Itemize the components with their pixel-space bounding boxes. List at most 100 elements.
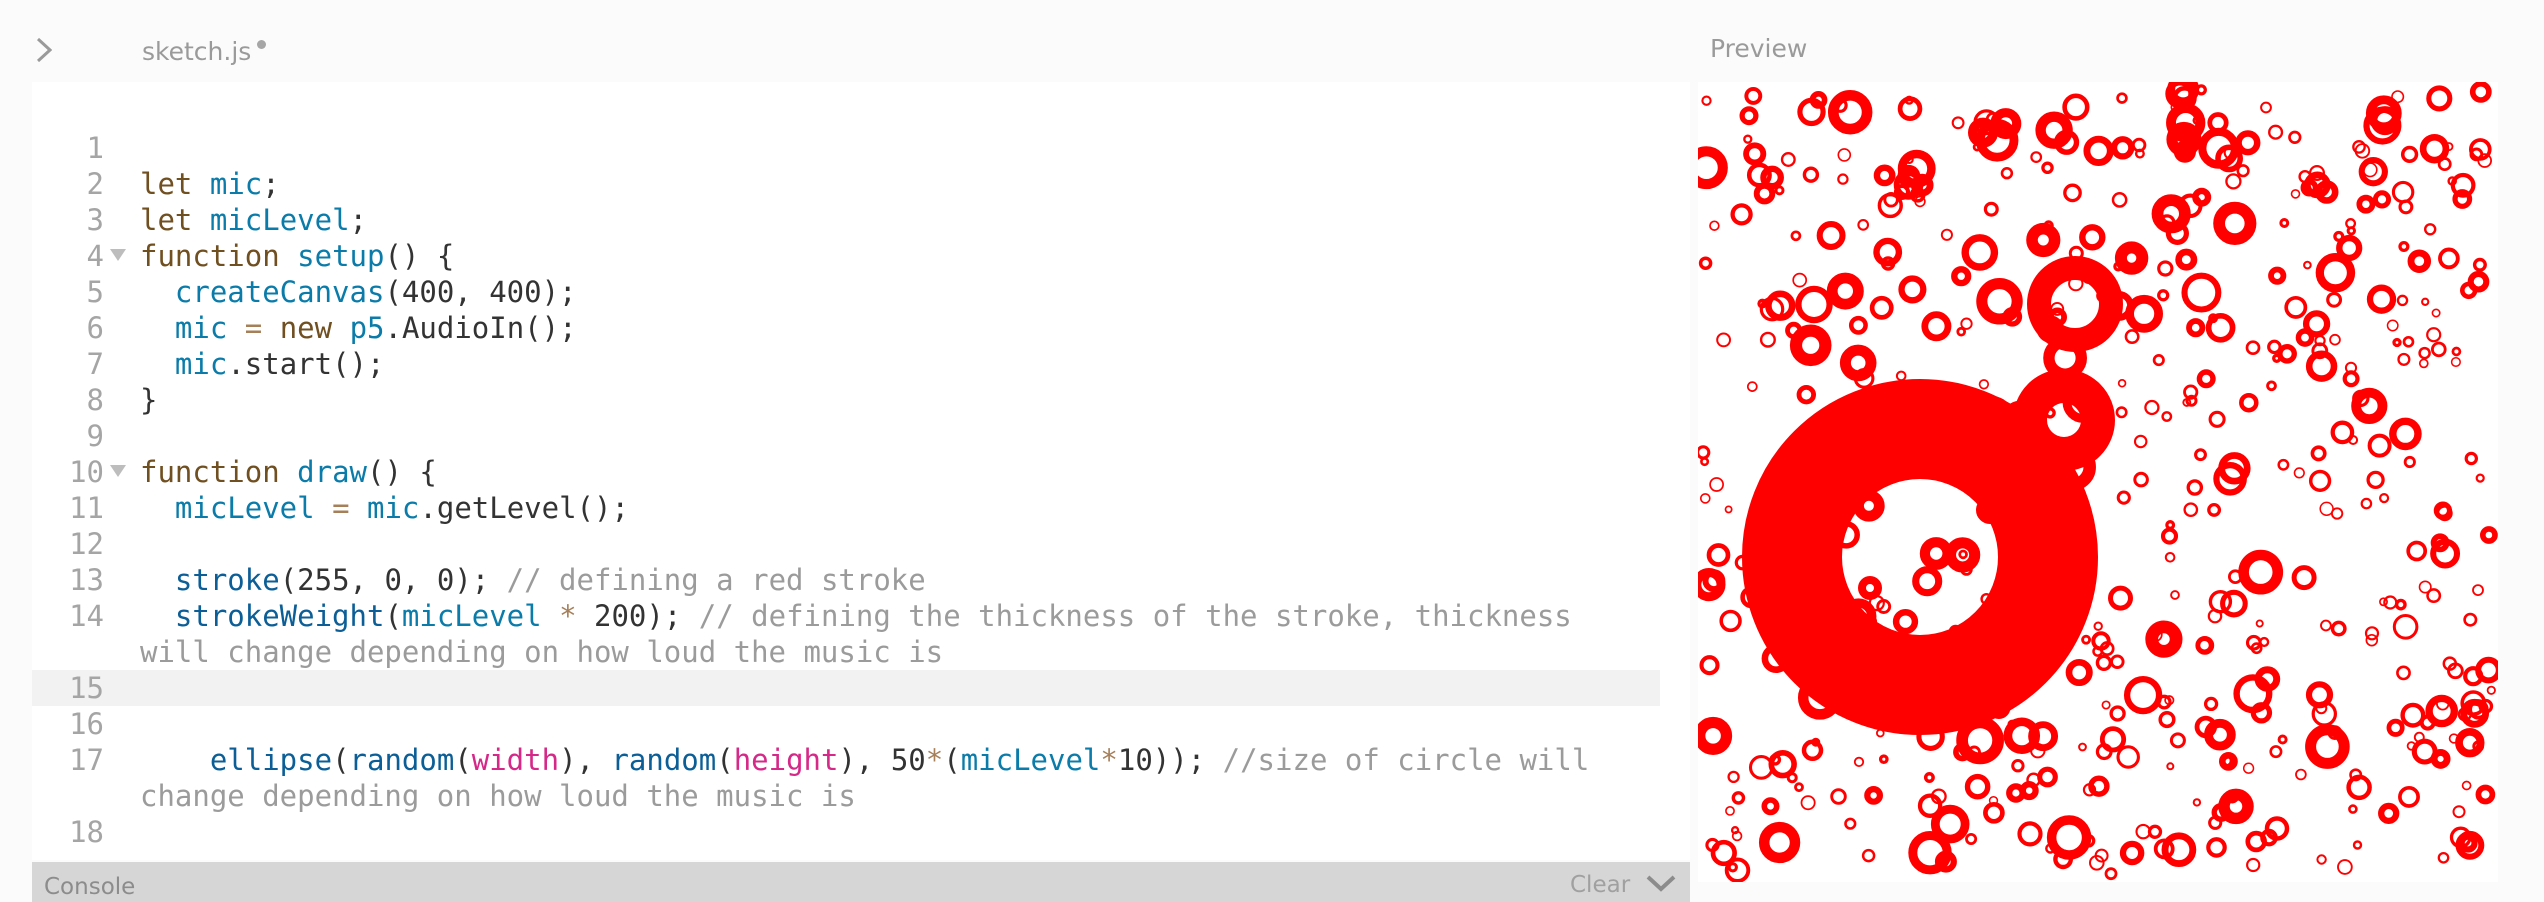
sketch-circle [2291,565,2317,591]
sketch-circle [2030,151,2043,163]
sketch-circle [2330,507,2344,520]
code-line[interactable]: 1 [32,130,1660,166]
sketch-circle [2356,194,2376,214]
code-text: micLevel = mic.getLevel(); [174,491,629,525]
console-panel: Console Clear [32,862,1690,902]
sketch-circle [2169,732,2186,749]
code-text: stroke(255, 0, 0); // defining a red str… [174,563,926,597]
sketch-circle [1830,788,1847,805]
sketch-circle [2277,734,2288,745]
sketch-circle [2164,552,2176,563]
sketch-circle [2144,399,2160,416]
sketch-circle [1702,569,1726,593]
sketch-circle [2396,294,2409,307]
sketch-circle [2346,226,2356,236]
code-line[interactable]: 13 stroke(255, 0, 0); // defining a red … [32,562,1660,598]
sketch-circle [2452,805,2466,819]
sketch-circle [2348,804,2358,814]
sidebar-toggle-button[interactable] [30,30,58,70]
code-line[interactable]: 9 [32,418,1660,454]
code-line[interactable]: 3 let micLevel; [32,202,1660,238]
sketch-circle [2123,675,2163,715]
code-text: let mic; [140,167,280,201]
code-text: ellipse(random(width), random(height), 5… [209,743,1590,777]
sketch-circle [1844,817,1857,830]
sketch-circle [1730,203,1753,226]
preview-canvas[interactable] [1698,82,2498,882]
code-line[interactable]: 14 strokeWeight(micLevel * 200); // defi… [32,598,1660,634]
sketch-circle [2117,379,2127,388]
sketch-circle [2392,337,2402,348]
code-editor[interactable]: 1 2 let mic; 3 let micLevel; 4 function … [32,82,1690,860]
code-line-wrap[interactable]: change depending on how loud the music i… [32,778,1660,814]
sketch-circle [1709,477,1724,492]
sketch-circle [2235,130,2261,156]
sketch-circle [2475,656,2498,684]
sketch-circle [1873,237,1903,267]
line-number: 8 [86,383,104,417]
code-line[interactable]: 2 let mic; [32,166,1660,202]
code-line-active[interactable]: 15 [32,670,1660,706]
sketch-circle [1710,839,1737,867]
code-line[interactable]: 6 mic = new p5.AudioIn(); [32,310,1660,346]
line-number: 9 [86,419,104,453]
sketch-circle [2396,665,2411,681]
sketch-circle [2046,815,2092,860]
code-line[interactable]: 17 ellipse(random(width), random(height)… [32,742,1660,778]
sketch-circle [1759,331,1776,348]
code-line[interactable]: 5 createCanvas(400, 400); [32,274,1660,310]
sketch-circle [2310,445,2327,462]
sketch-circle [2205,312,2236,343]
sketch-circle [1917,793,1943,818]
sketch-circle [2303,260,2312,270]
line-number: 4 [86,239,104,273]
sketch-circle [1758,821,1801,864]
sketch-circle [1837,148,1852,162]
sketch-circle [2109,705,2126,722]
code-line[interactable]: 11 micLevel = mic.getLevel(); [32,490,1660,526]
sketch-circle [1701,95,1712,106]
sketch-circle [2372,190,2392,209]
sketch-circle [1961,234,1999,271]
code-line-wrap[interactable]: will change depending on how loud the mu… [32,634,1660,670]
code-line[interactable]: 18 [32,814,1660,850]
sketch-circle [1796,385,1817,405]
code-line[interactable]: 12 [32,526,1660,562]
sketch-circle [2110,654,2125,669]
sketch-circle [2398,785,2420,808]
code-line[interactable]: 16 [32,706,1660,742]
sketch-circle [2266,380,2277,392]
sketch-circle [1748,755,1774,780]
sketch-circle [1964,773,1991,800]
sketch-circle [2461,780,2472,791]
sketch-circle [2326,291,2343,308]
code-text: } [140,383,158,417]
sketch-circle [2277,343,2297,364]
sketch-circle [1716,332,1732,348]
sketch-circle [2119,840,2145,866]
code-line[interactable]: 4 function setup() { [32,238,1660,274]
code-line[interactable]: 10 function draw() { [32,454,1660,490]
fold-arrow-icon[interactable] [110,465,126,477]
sketch-circle [2352,140,2366,154]
fold-arrow-icon[interactable] [110,249,126,261]
code-line[interactable]: 8 } [32,382,1660,418]
sketch-circle [2330,620,2347,637]
console-toggle-button[interactable] [1644,872,1678,902]
sketch-circle [2161,411,2173,422]
line-number: 15 [69,671,104,705]
sketch-circle [2419,133,2450,164]
sketch-circle [2480,526,2498,544]
sketch-circle [1861,848,1876,863]
code-line[interactable]: 7 mic.start(); [32,346,1660,382]
sketch-circle [2302,310,2331,338]
sketch-circle [1709,220,1720,231]
sketch-circle [2043,336,2087,380]
console-clear-button[interactable]: Clear [1570,872,1630,898]
file-tab[interactable]: sketch.js [142,34,267,68]
sketch-circle [2041,161,2054,175]
chevron-right-icon [36,37,52,63]
sketch-circle [2116,490,2131,505]
sketch-circle [2290,189,2301,199]
sketch-circle [1790,230,1802,242]
